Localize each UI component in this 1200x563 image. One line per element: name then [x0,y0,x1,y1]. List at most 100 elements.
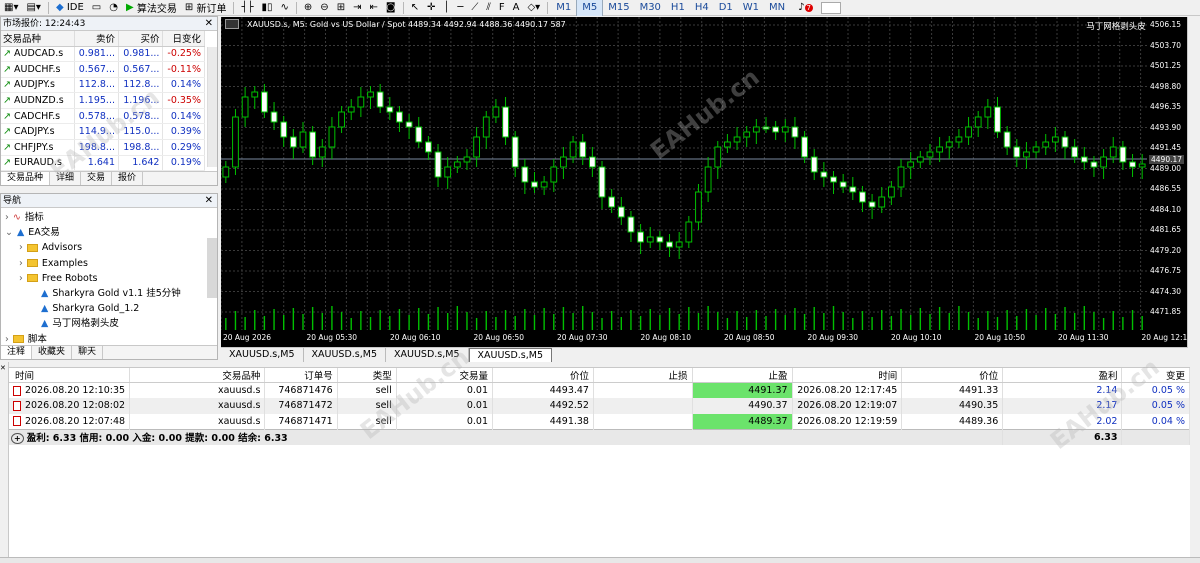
metaeditor-button[interactable]: ◆ IDE [52,0,88,16]
tf-m1[interactable]: M1 [551,0,576,16]
tf-m30[interactable]: M30 [635,0,666,16]
cursor-button[interactable]: ↖ [407,0,423,16]
notifications-button[interactable]: ♪ 7 [794,0,817,16]
col-type[interactable]: 类型 [337,368,397,383]
fibo-button[interactable]: F [495,0,509,16]
shapes-button[interactable]: ◇▾ [523,0,544,16]
tab-ticks[interactable]: 报价 [112,172,144,185]
expand-icon[interactable]: › [19,242,23,253]
tf-mn[interactable]: MN [764,0,790,16]
chart-tab-2[interactable]: XAUUSD.s,M5 [304,348,386,362]
trade-row[interactable]: 2026.08.20 12:07:48 xauusd.s 746871471 sell… [9,413,1190,429]
terminal-button[interactable]: ▭ [88,0,105,16]
market-watch-row[interactable]: ↗ EURAUD.s 1.641 1.642 0.19% [1,155,205,172]
crosshair-button[interactable]: ✛ [423,0,439,16]
navigator-item[interactable]: ⌄ ▲ EA交易 [1,225,217,240]
tab-favorites[interactable]: 收藏夹 [32,346,73,359]
tester-button[interactable]: ◔ [105,0,122,16]
trendline-button[interactable]: ⟋ [467,0,482,16]
market-watch-row[interactable]: ↗ AUDNZD.s 1.195... 1.196... -0.35% [1,92,205,109]
market-watch-row[interactable]: ↗ AUDCAD.s 0.981... 0.981... -0.25% [1,46,205,63]
chart-tab-3[interactable]: XAUUSD.s,M5 [386,348,469,362]
search-input[interactable] [820,1,841,14]
navigator-item[interactable]: ▲ Sharkyra Gold_1.2 [1,301,217,316]
trading-icon[interactable] [225,19,239,29]
navigator-scrollbar[interactable] [207,238,217,298]
col-ticket[interactable]: 订单号 [264,368,338,383]
channel-button[interactable]: ⫽ [482,0,494,16]
col-change[interactable]: 日变化 [162,31,205,47]
close-icon[interactable]: ✕ [0,364,6,372]
market-watch-row[interactable]: ↗ AUDJPY.s 112.8... 112.8... 0.14% [1,77,205,94]
text-button[interactable]: A [509,0,524,16]
market-watch-scrollbar[interactable] [207,47,217,167]
vline-button[interactable]: │ [439,0,453,16]
close-icon[interactable]: ✕ [205,194,213,208]
col-cur-time[interactable]: 时间 [792,368,903,383]
market-watch-row[interactable]: ↗ AUDCHF.s 0.567... 0.567... -0.11% [1,61,205,78]
expand-icon[interactable]: ⌄ [5,227,13,238]
col-symbol[interactable]: 交易品种 [1,31,75,47]
col-profit[interactable]: 盈利 [1002,368,1123,383]
price-tick-label: 4498.80 [1150,81,1182,91]
hline-button[interactable]: ─ [453,0,467,16]
col-bid[interactable]: 卖价 [74,31,120,47]
zoom-out-button[interactable]: ⊖ [316,0,332,16]
new-chart-button[interactable]: ▦▾ [0,0,22,16]
tab-common[interactable]: 注释 [1,346,33,359]
navigator-item[interactable]: ▲ 马丁网格剥头皮 [1,316,217,331]
trade-row[interactable]: 2026.08.20 12:10:35 xauusd.s 746871476 sell… [9,382,1190,398]
expand-icon[interactable]: › [19,273,23,284]
expand-icon[interactable]: › [19,258,23,269]
candle-chart-button[interactable]: ▮▯ [258,0,277,16]
line-chart-button[interactable]: ∿ [277,0,293,16]
navigator-item[interactable]: › Advisors [1,240,217,255]
col-symbol[interactable]: 交易品种 [129,368,266,383]
tf-h1[interactable]: H1 [666,0,690,16]
navigator-item[interactable]: ▲ Sharkyra Gold v1.1 挂5分钟 [1,286,217,301]
navigator-item[interactable]: › ∿ 指标 [1,210,217,225]
tab-trading[interactable]: 交易 [81,172,113,185]
col-sl[interactable]: 止损 [593,368,693,383]
autoscroll-button[interactable]: ⇥ [349,0,365,16]
price-axis[interactable]: 4506.15 4503.70 4501.25 4498.80 4496.35 4493.… [1147,17,1187,348]
chart-shift-button[interactable]: ⇤ [365,0,381,16]
tf-h4[interactable]: H4 [690,0,714,16]
candlestick-chart[interactable] [220,17,1161,348]
col-volume[interactable]: 交易量 [396,368,494,383]
price-chart[interactable]: XAUUSD.s, M5: Gold vs US Dollar / Spot 4… [220,17,1161,348]
profiles-button[interactable]: ▤▾ [22,0,44,16]
navigator-item[interactable]: › Free Robots [1,271,217,286]
screenshot-button[interactable]: ◙ [382,0,400,16]
new-order-button[interactable]: ⊞ 新订单 [181,0,231,16]
col-time[interactable]: 时间 [9,368,131,383]
market-watch-row[interactable]: ↗ CHFJPY.s 198.8... 198.8... 0.29% [1,139,205,156]
tf-d1[interactable]: D1 [714,0,738,16]
zoom-in-button[interactable]: ⊕ [300,0,316,16]
expand-icon[interactable]: › [5,212,9,223]
tf-w1[interactable]: W1 [738,0,764,16]
tf-m15[interactable]: M15 [603,0,634,16]
algo-trading-button[interactable]: ▶ 算法交易 [122,0,181,16]
tf-m5[interactable]: M5 [576,0,604,16]
terminal-left-bar[interactable]: ✕ [0,362,9,563]
navigator-item[interactable]: › Examples [1,256,217,271]
col-change[interactable]: 变更 [1121,368,1190,383]
col-cur-price[interactable]: 价位 [901,368,1004,383]
chart-tab-1[interactable]: XAUUSD.s,M5 [221,348,304,362]
chart-tab-4[interactable]: XAUUSD.s,M5 [468,348,552,362]
trade-row[interactable]: 2026.08.20 12:08:02 xauusd.s 746871472 sell… [9,398,1190,414]
expand-icon[interactable]: › [5,334,9,345]
chart-vscroll[interactable] [1187,17,1200,348]
col-price[interactable]: 价位 [492,368,594,383]
tab-chat[interactable]: 聊天 [72,346,104,359]
col-ask[interactable]: 买价 [118,31,164,47]
tab-details[interactable]: 详细 [50,172,82,185]
tab-symbols[interactable]: 交易品种 [1,172,51,185]
market-watch-row[interactable]: ↗ CADCHF.s 0.578... 0.578... 0.14% [1,108,205,125]
tile-windows-button[interactable]: ⊞ [333,0,349,16]
bar-chart-button[interactable]: ┤├ [237,0,257,16]
market-watch-row[interactable]: ↗ CADJPY.s 114.9... 115.0... 0.39% [1,123,205,141]
close-icon[interactable]: ✕ [205,17,213,31]
col-tp[interactable]: 止盈 [692,368,793,383]
